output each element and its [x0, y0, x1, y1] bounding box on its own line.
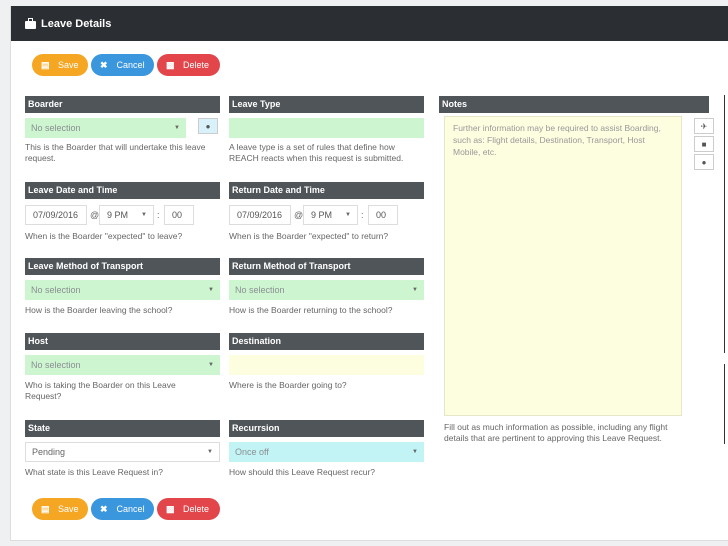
leave-transport-help: How is the Boarder leaving the school? [25, 305, 173, 315]
leave-transport-section-header: Leave Method of Transport [25, 258, 220, 275]
boarder-select-value: No selection [31, 123, 81, 133]
save-label: Save [58, 504, 79, 514]
leave-minute-input[interactable]: 00 [164, 205, 194, 225]
boarder-help: This is the Boarder that will undertake … [25, 142, 206, 163]
panel-header: Leave Details [11, 6, 728, 41]
cancel-button[interactable]: ✖ Cancel [91, 498, 154, 520]
trash-icon: ▩ [166, 59, 175, 70]
user-icon: ● [701, 157, 707, 167]
chevron-down-icon: ▼ [208, 362, 214, 368]
return-transport-value: No selection [235, 285, 285, 295]
leave-hour-value: 9 PM [107, 210, 129, 220]
chevron-down-icon: ▼ [345, 212, 351, 218]
leave-transport-value: No selection [31, 285, 81, 295]
state-select[interactable]: Pending ▼ [25, 442, 220, 462]
return-transport-select[interactable]: No selection ▼ [229, 280, 424, 300]
recursion-section-header: Recurrsion [229, 420, 424, 437]
page-title: Leave Details [41, 17, 112, 30]
side-panel-edge [724, 364, 728, 444]
delete-button[interactable]: ▩ Delete [157, 498, 220, 520]
recursion-value: Once off [235, 447, 269, 457]
car-button[interactable]: ■ [694, 136, 714, 152]
state-section-header: State [25, 420, 220, 437]
save-button[interactable]: ▤ Save [32, 54, 88, 76]
notes-textarea[interactable]: Further information may be required to a… [444, 116, 682, 416]
leave-details-panel: Leave Details ▤ Save ✖ Cancel ▩ Delete Boar… [10, 6, 728, 541]
database-icon: ▤ [41, 59, 50, 70]
delete-label: Delete [183, 60, 210, 70]
leave-hour-select[interactable]: 9 PM ▼ [99, 205, 154, 225]
cancel-label: Cancel [116, 60, 145, 70]
delete-button[interactable]: ▩ Delete [157, 54, 220, 76]
side-panel-edge [724, 95, 728, 353]
return-date-help: When is the Boarder "expected" to return… [229, 231, 389, 241]
host-help: Who is taking the Boarder on this Leave … [25, 380, 176, 401]
time-separator: : [361, 210, 364, 220]
return-hour-select[interactable]: 9 PM ▼ [303, 205, 358, 225]
plane-icon: ✈ [700, 121, 708, 131]
cancel-button[interactable]: ✖ Cancel [91, 54, 154, 76]
time-separator: : [157, 210, 160, 220]
boarder-profile-button[interactable]: ● [198, 118, 218, 134]
top-button-row: ▤ Save ✖ Cancel ▩ Delete [32, 54, 220, 76]
destination-section-header: Destination [229, 333, 424, 350]
delete-label: Delete [183, 504, 210, 514]
return-minute-input[interactable]: 00 [368, 205, 398, 225]
chevron-down-icon: ▼ [174, 125, 180, 131]
at-symbol: @ [90, 210, 100, 220]
chevron-down-icon: ▼ [208, 287, 214, 293]
host-select[interactable]: No selection ▼ [25, 355, 220, 375]
flight-button[interactable]: ✈ [694, 118, 714, 134]
return-transport-help: How is the Boarder returning to the scho… [229, 305, 393, 315]
destination-help: Where is the Boarder going to? [229, 380, 347, 390]
chevron-down-icon: ▼ [412, 449, 418, 455]
state-value: Pending [32, 447, 66, 457]
car-icon: ■ [701, 139, 707, 149]
recursion-select[interactable]: Once off ▼ [229, 442, 424, 462]
close-icon: ✖ [100, 59, 108, 70]
leave-date-help: When is the Boarder "expected" to leave? [25, 231, 183, 241]
return-date-input[interactable]: 07/09/2016 [229, 205, 291, 225]
destination-input[interactable] [229, 355, 424, 375]
return-hour-value: 9 PM [311, 210, 333, 220]
boarder-section-header: Boarder [25, 96, 220, 113]
leave-date-section-header: Leave Date and Time [25, 182, 220, 199]
leave-type-select[interactable] [229, 118, 424, 138]
host-value: No selection [31, 360, 81, 370]
database-icon: ▤ [41, 503, 50, 514]
contact-button[interactable]: ● [694, 154, 714, 170]
chevron-down-icon: ▼ [207, 449, 213, 455]
notes-section-header: Notes [439, 96, 709, 113]
return-transport-section-header: Return Method of Transport [229, 258, 424, 275]
briefcase-icon [25, 17, 36, 29]
boarder-select[interactable]: No selection ▼ [25, 118, 186, 138]
chevron-down-icon: ▼ [412, 287, 418, 293]
leave-type-section-header: Leave Type [229, 96, 424, 113]
trash-icon: ▩ [166, 503, 175, 514]
save-button[interactable]: ▤ Save [32, 498, 88, 520]
leave-transport-select[interactable]: No selection ▼ [25, 280, 220, 300]
leave-type-help: A leave type is a set of rules that defi… [229, 142, 404, 163]
return-date-section-header: Return Date and Time [229, 182, 424, 199]
close-icon: ✖ [100, 503, 108, 514]
recursion-help: How should this Leave Request recur? [229, 467, 375, 477]
cancel-label: Cancel [116, 504, 145, 514]
bottom-button-row: ▤ Save ✖ Cancel ▩ Delete [32, 498, 220, 520]
at-symbol: @ [294, 210, 304, 220]
chevron-down-icon: ▼ [141, 212, 147, 218]
host-section-header: Host [25, 333, 220, 350]
notes-help: Fill out as much information as possible… [444, 422, 668, 443]
save-label: Save [58, 60, 79, 70]
state-help: What state is this Leave Request in? [25, 467, 163, 477]
leave-date-input[interactable]: 07/09/2016 [25, 205, 87, 225]
user-icon: ● [205, 121, 211, 131]
